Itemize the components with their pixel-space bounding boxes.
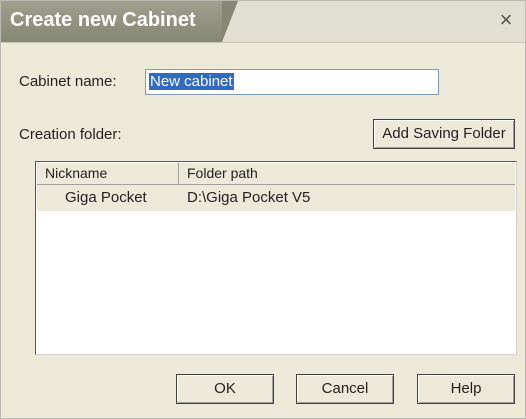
title-tab: Create new Cabinet bbox=[1, 1, 222, 42]
cabinet-name-label: Cabinet name: bbox=[19, 73, 117, 90]
close-icon[interactable]: × bbox=[495, 9, 517, 31]
cancel-button[interactable]: Cancel bbox=[296, 374, 394, 404]
dialog-title: Create new Cabinet bbox=[10, 9, 196, 31]
list-row[interactable]: Giga Pocket D:\Giga Pocket V5 bbox=[37, 185, 515, 211]
creation-folder-label: Creation folder: bbox=[19, 126, 122, 143]
create-cabinet-dialog: Create new Cabinet × Cabinet name: New c… bbox=[0, 0, 526, 419]
title-bar: Create new Cabinet × bbox=[1, 1, 525, 43]
column-header-nickname[interactable]: Nickname bbox=[37, 163, 179, 184]
ok-button[interactable]: OK bbox=[176, 374, 274, 404]
folder-list[interactable]: Nickname Folder path Giga Pocket D:\Giga… bbox=[35, 161, 517, 355]
title-tab-edge bbox=[222, 1, 238, 42]
cabinet-name-value: New cabinet bbox=[149, 73, 234, 90]
add-saving-folder-button[interactable]: Add Saving Folder bbox=[373, 119, 515, 149]
row-nickname: Giga Pocket bbox=[65, 189, 147, 206]
column-header-folder-path[interactable]: Folder path bbox=[179, 163, 515, 184]
help-button[interactable]: Help bbox=[417, 374, 515, 404]
list-header: Nickname Folder path bbox=[37, 163, 515, 185]
row-folder-path: D:\Giga Pocket V5 bbox=[187, 189, 311, 206]
cabinet-name-input[interactable]: New cabinet bbox=[145, 69, 439, 95]
